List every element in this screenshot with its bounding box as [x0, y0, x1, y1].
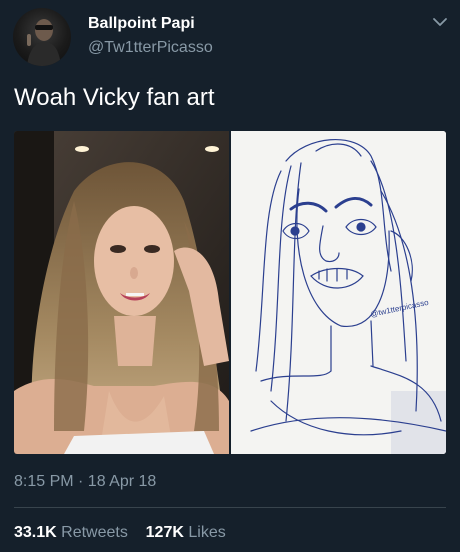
retweets-label: Retweets — [61, 524, 128, 541]
divider — [14, 507, 446, 508]
engagement-stats: 33.1K Retweets 127K Likes — [14, 524, 226, 542]
user-handle[interactable]: @Tw1tterPicasso — [88, 39, 213, 57]
avatar[interactable] — [13, 8, 71, 66]
pen-sketch[interactable]: @tw1tterpicasso — [231, 131, 446, 454]
tweet-timestamp[interactable]: 8:15 PM · 18 Apr 18 — [14, 473, 156, 491]
tweet-text: Woah Vicky fan art — [14, 84, 215, 111]
tweet-media[interactable]: @tw1tterpicasso — [14, 131, 446, 454]
tweet-header: Ballpoint Papi @Tw1tterPicasso — [13, 8, 448, 68]
retweets-count: 33.1K — [14, 524, 57, 541]
display-name[interactable]: Ballpoint Papi — [88, 15, 195, 33]
chevron-down-icon[interactable] — [432, 14, 448, 30]
avatar-portrait-icon — [27, 19, 61, 66]
likes-count: 127K — [145, 524, 184, 541]
likes-label: Likes — [188, 524, 226, 541]
retweets-stat[interactable]: 33.1K Retweets — [14, 524, 132, 541]
likes-stat[interactable]: 127K Likes — [146, 524, 226, 541]
selfie-photo[interactable] — [14, 131, 229, 454]
